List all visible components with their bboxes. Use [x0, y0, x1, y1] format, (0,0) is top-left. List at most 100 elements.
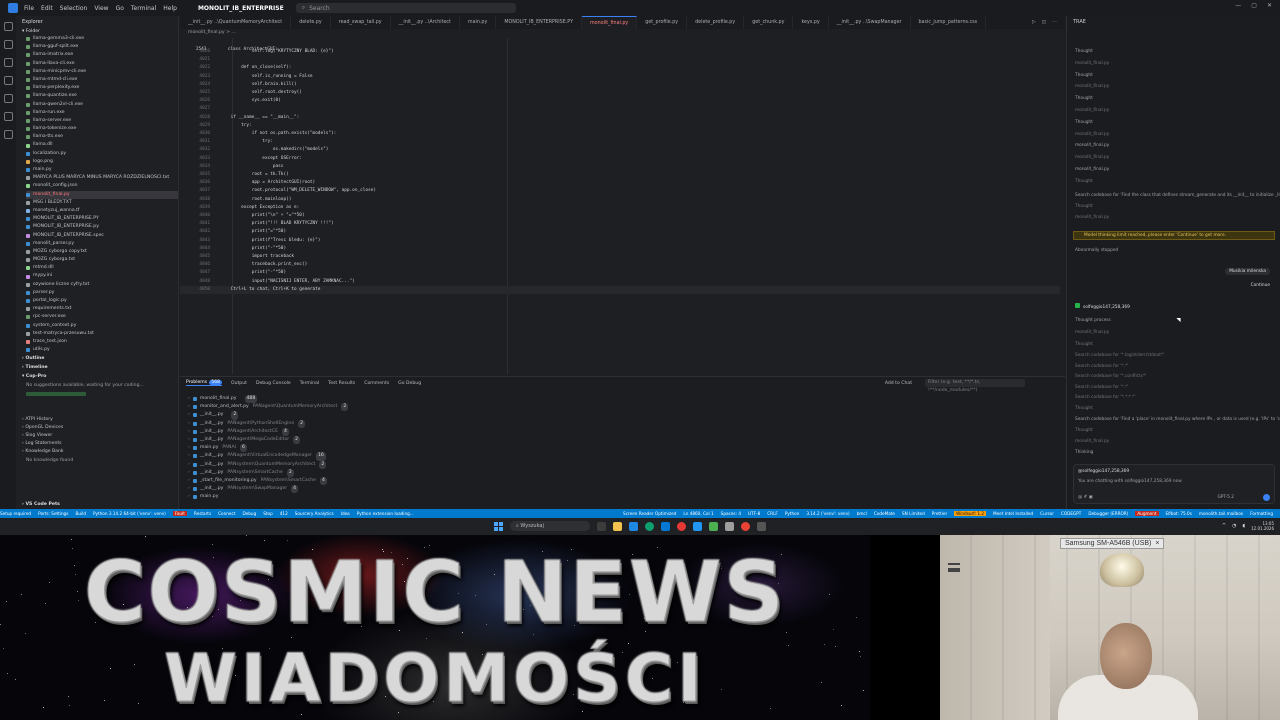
editor-tab[interactable]: delete_profile.py — [687, 16, 745, 29]
tab-comments[interactable]: Comments — [364, 381, 389, 386]
status-item[interactable]: Connect — [218, 511, 235, 516]
remote-icon[interactable] — [3, 130, 13, 139]
agent-search-step[interactable]: Search codebase for 'Find the class that… — [1075, 193, 1280, 198]
file-item[interactable]: llama-gguf-split.exe — [26, 43, 178, 51]
agent-step[interactable]: monolit_final.py — [1075, 143, 1109, 148]
agent-step[interactable]: monolit_final.py — [1075, 155, 1109, 160]
problem-file-row[interactable]: › main.py — [188, 493, 1065, 501]
sidebar-section[interactable]: › ATPI History — [22, 416, 172, 424]
file-item[interactable]: MARYCA PLUS MARYCA MINUS MARYCA ROZDZIEL… — [26, 174, 178, 182]
problems-filter-input[interactable]: Filter (e.g. text, **/*.ts, !**/node_mod… — [925, 379, 1025, 393]
search-icon[interactable] — [3, 40, 13, 49]
file-item[interactable]: llama-qwen2vl-cli.exe — [26, 101, 178, 109]
status-item[interactable]: CODEGPT — [1061, 511, 1081, 516]
file-item[interactable]: portal_logic.py — [26, 297, 178, 305]
file-item[interactable]: ozywione liczne cyfry.txt — [26, 281, 178, 289]
taskbar-search-input[interactable]: ⌕ Wyszukaj — [510, 521, 590, 531]
tab-go-debug[interactable]: Go Debug — [398, 381, 421, 386]
file-item[interactable]: trace_test.json — [26, 338, 178, 346]
agent-step[interactable]: monolit_final.py — [1075, 439, 1109, 444]
send-button[interactable] — [1263, 494, 1270, 501]
status-item[interactable]: Python 3.14.2 64-bit ('venv': venv) — [93, 511, 166, 516]
chat-input[interactable]: @solfeggio147,258,369 You are chatting w… — [1073, 464, 1275, 504]
file-item[interactable]: monolit_config.json — [26, 182, 178, 190]
file-item[interactable]: mtmd.dll — [26, 264, 178, 272]
file-item[interactable]: llama-minicpmv-cli.exe — [26, 68, 178, 76]
problem-file-row[interactable]: › __init__.py PANsystem\QuantumMemoryArchi… — [188, 460, 1065, 469]
status-item[interactable]: Idea — [341, 511, 350, 516]
problem-file-row[interactable]: › monitor_and_alert.py PANagent\QuantumMem… — [188, 403, 1065, 412]
editor-tab[interactable]: basic_jump_patterns.css — [911, 16, 987, 29]
agent-step[interactable]: monolit_final.py — [1075, 61, 1109, 66]
agent-step[interactable]: Thought — [1075, 120, 1093, 125]
editor-tab[interactable]: MONOLIT_IB_ENTERPRISE.PY — [496, 16, 582, 29]
run-debug-icon[interactable] — [3, 76, 13, 85]
outline-section[interactable]: › Outline — [16, 354, 178, 363]
minimize-icon[interactable]: — — [1235, 2, 1241, 9]
file-item[interactable]: monolit_parser.py — [26, 240, 178, 248]
network-icon[interactable]: ◔ — [1232, 523, 1236, 529]
agent-search-step[interactable]: Search codebase for 'Find a 'place' in m… — [1075, 417, 1280, 422]
task-view-icon[interactable] — [597, 521, 606, 531]
problem-file-row[interactable]: › __init__.py PANagent\MegaCodeEditor 2 — [188, 435, 1065, 445]
status-item[interactable]: UTF-8 — [748, 511, 760, 516]
file-item[interactable]: MONOLIT_IB_ENTERPRISE.PY — [26, 215, 178, 223]
maximize-icon[interactable]: ▢ — [1251, 2, 1257, 9]
taskbar-clock[interactable]: 13:05 12.01.2026 — [1251, 521, 1274, 531]
file-item[interactable]: monolit_final.py — [26, 190, 178, 199]
status-item[interactable]: 3.14.2 ('venv': venv) — [806, 511, 849, 516]
sidebar-section[interactable]: › Log Statements — [22, 440, 172, 448]
add-to-chat-button[interactable]: Add to Chat — [885, 381, 912, 386]
file-item[interactable]: localization.py — [26, 150, 178, 158]
folder-header[interactable]: ▾ Folder — [16, 28, 178, 35]
menu-edit[interactable]: Edit — [41, 5, 53, 12]
editor-tab[interactable]: get_profile.py — [637, 16, 688, 29]
testing-icon[interactable] — [3, 112, 13, 121]
status-item[interactable]: Python extension loading... — [357, 511, 414, 516]
agent-step[interactable]: Thought — [1075, 428, 1093, 433]
agent-step[interactable]: Thought — [1075, 179, 1093, 184]
file-item[interactable]: llama-perplexity.exe — [26, 84, 178, 92]
edge-browser-icon[interactable] — [645, 521, 654, 531]
problem-file-row[interactable]: › __init__.py PANagent\VirtualEncodedgeMan… — [188, 452, 1065, 461]
split-editor-icon[interactable]: ◫ — [1042, 20, 1047, 25]
problem-file-row[interactable]: › main.py PANAI 6 — [188, 444, 1065, 453]
problem-file-row[interactable]: › __init__.py 2 — [188, 411, 1065, 420]
file-item[interactable]: requirements.txt — [26, 305, 178, 313]
agent-step[interactable]: monolit_final.py — [1075, 330, 1109, 335]
chat-context-chip[interactable]: @solfeggio147,258,369 — [1078, 469, 1129, 474]
tab-debug-console[interactable]: Debug Console — [256, 381, 291, 386]
agent-search-step[interactable]: Search codebase for '*.*-*.*' — [1075, 395, 1136, 400]
agent-search-step[interactable]: Search codebase for '*.log/stderr/stdout… — [1075, 353, 1164, 358]
continue-button[interactable]: Continue — [1251, 283, 1270, 288]
code-editor[interactable]: 2543 class ArchitectGUI: 4820 self.log("… — [180, 38, 1060, 374]
file-item[interactable]: logo.png — [26, 158, 178, 166]
editor-tab[interactable]: main.py — [460, 16, 497, 29]
file-item[interactable]: monetyzuj_wanna.tf — [26, 207, 178, 215]
source-control-icon[interactable] — [3, 58, 13, 67]
status-item[interactable]: Augment — [1135, 511, 1159, 516]
status-item[interactable]: Spaces: 4 — [721, 511, 741, 516]
file-item[interactable]: llama-server.exe — [26, 117, 178, 125]
extensions-icon[interactable] — [3, 94, 13, 103]
chrome-icon[interactable] — [741, 521, 750, 531]
status-item[interactable]: Formatting — [1250, 511, 1273, 516]
file-item[interactable]: mypy.ini — [26, 272, 178, 280]
status-item[interactable]: Stop — [263, 511, 273, 516]
tab-test-results[interactable]: Test Results — [328, 381, 355, 386]
file-item[interactable]: MOZG cyborga copy.txt — [26, 248, 178, 256]
more-actions-icon[interactable]: ⋯ — [1052, 20, 1057, 25]
agent-search-step[interactable]: Search codebase for '*.*' — [1075, 364, 1128, 369]
explorer-icon[interactable] — [3, 22, 13, 31]
status-item[interactable]: 412 — [280, 511, 288, 516]
file-item[interactable]: MSG I BLEDY.TXT — [26, 199, 178, 207]
hash-icon[interactable]: # — [1084, 495, 1088, 500]
hamburger-menu-icon[interactable] — [948, 563, 960, 572]
tab-terminal[interactable]: Terminal — [300, 381, 319, 386]
agent-step[interactable]: Thought — [1075, 96, 1093, 101]
status-item[interactable]: Ports: Settings — [38, 511, 68, 516]
model-selector[interactable]: GPT-5.2 — [1217, 495, 1234, 500]
tab-problems[interactable]: Problems 568 — [186, 380, 222, 386]
tab-output[interactable]: Output — [231, 381, 247, 386]
status-item[interactable]: Meet Intel Installed — [993, 511, 1033, 516]
